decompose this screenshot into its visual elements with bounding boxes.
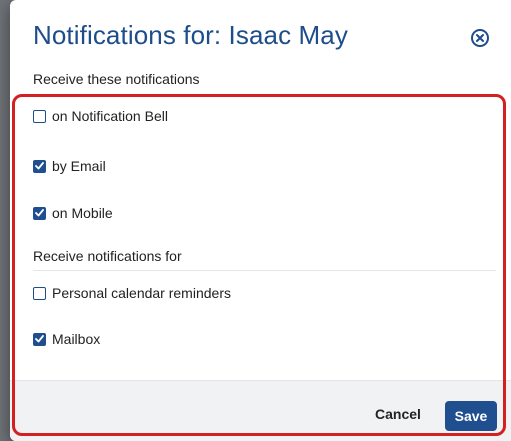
checkbox-mobile[interactable]: [33, 206, 46, 220]
types-heading: Receive notifications for: [33, 248, 182, 264]
cancel-button[interactable]: Cancel: [375, 406, 421, 422]
option-calendar-reminders[interactable]: Personal calendar reminders: [33, 285, 231, 301]
option-label: Mailbox: [52, 331, 101, 347]
option-mobile[interactable]: on Mobile: [33, 205, 113, 221]
checkmark-icon: [35, 162, 44, 170]
option-label: Personal calendar reminders: [52, 285, 231, 301]
option-email[interactable]: by Email: [33, 158, 106, 174]
divider: [33, 270, 496, 271]
option-notification-bell[interactable]: on Notification Bell: [33, 108, 168, 124]
option-mailbox[interactable]: Mailbox: [33, 331, 100, 347]
checkbox-notification-bell[interactable]: [33, 109, 46, 123]
option-label: on Mobile: [52, 205, 113, 221]
dialog-title: Notifications for: Isaac May: [33, 20, 348, 50]
channels-heading: Receive these notifications: [33, 71, 200, 87]
option-label: by Email: [52, 158, 106, 174]
checkbox-mailbox[interactable]: [33, 332, 46, 346]
close-circle-icon: [471, 29, 489, 47]
checkbox-email[interactable]: [33, 159, 46, 173]
dialog-footer: Cancel Save: [10, 380, 511, 441]
notifications-dialog: Notifications for: Isaac May Receive the…: [10, 0, 511, 441]
save-button[interactable]: Save: [445, 401, 497, 431]
checkmark-icon: [35, 335, 44, 343]
option-label: on Notification Bell: [52, 108, 168, 124]
checkbox-calendar-reminders[interactable]: [33, 286, 46, 300]
checkmark-icon: [35, 209, 44, 217]
close-button[interactable]: [470, 28, 490, 48]
